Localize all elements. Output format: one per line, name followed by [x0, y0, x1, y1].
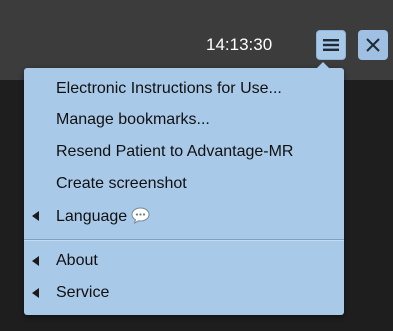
clock-time: 14:13:30 — [206, 35, 273, 54]
menu-item-resend-patient[interactable]: Resend Patient to Advantage-MR — [24, 137, 344, 167]
hamburger-icon — [323, 39, 339, 51]
menu-item-create-screenshot[interactable]: Create screenshot — [24, 169, 344, 199]
menu-item-label: About — [56, 252, 98, 269]
chevron-left-icon — [32, 211, 39, 221]
menu-item-label: Service — [56, 284, 110, 301]
menu-item-label-wrap: Language — [56, 207, 150, 226]
close-icon — [366, 38, 380, 52]
speech-bubble-icon — [131, 207, 150, 224]
main-menu-dropdown: Electronic Instructions for Use... Manag… — [24, 62, 344, 315]
menu-item-about[interactable]: About — [24, 246, 344, 276]
menu-item-service[interactable]: Service — [24, 278, 344, 308]
menu-item-label: Electronic Instructions for Use... — [56, 80, 282, 97]
menu-item-electronic-instructions[interactable]: Electronic Instructions for Use... — [24, 74, 344, 104]
menu-item-label: Language — [56, 208, 128, 225]
menu-item-label: Manage bookmarks... — [56, 111, 210, 128]
menu-item-label: Resend Patient to Advantage-MR — [56, 143, 294, 160]
close-button[interactable] — [358, 30, 388, 60]
menu-divider — [24, 239, 344, 241]
menu-item-manage-bookmarks[interactable]: Manage bookmarks... — [24, 105, 344, 135]
main-menu-button[interactable] — [316, 30, 346, 60]
menu-item-label: Create screenshot — [56, 175, 187, 192]
chevron-left-icon — [32, 288, 39, 298]
menu-item-language[interactable]: Language — [24, 201, 344, 231]
chevron-left-icon — [32, 256, 39, 266]
